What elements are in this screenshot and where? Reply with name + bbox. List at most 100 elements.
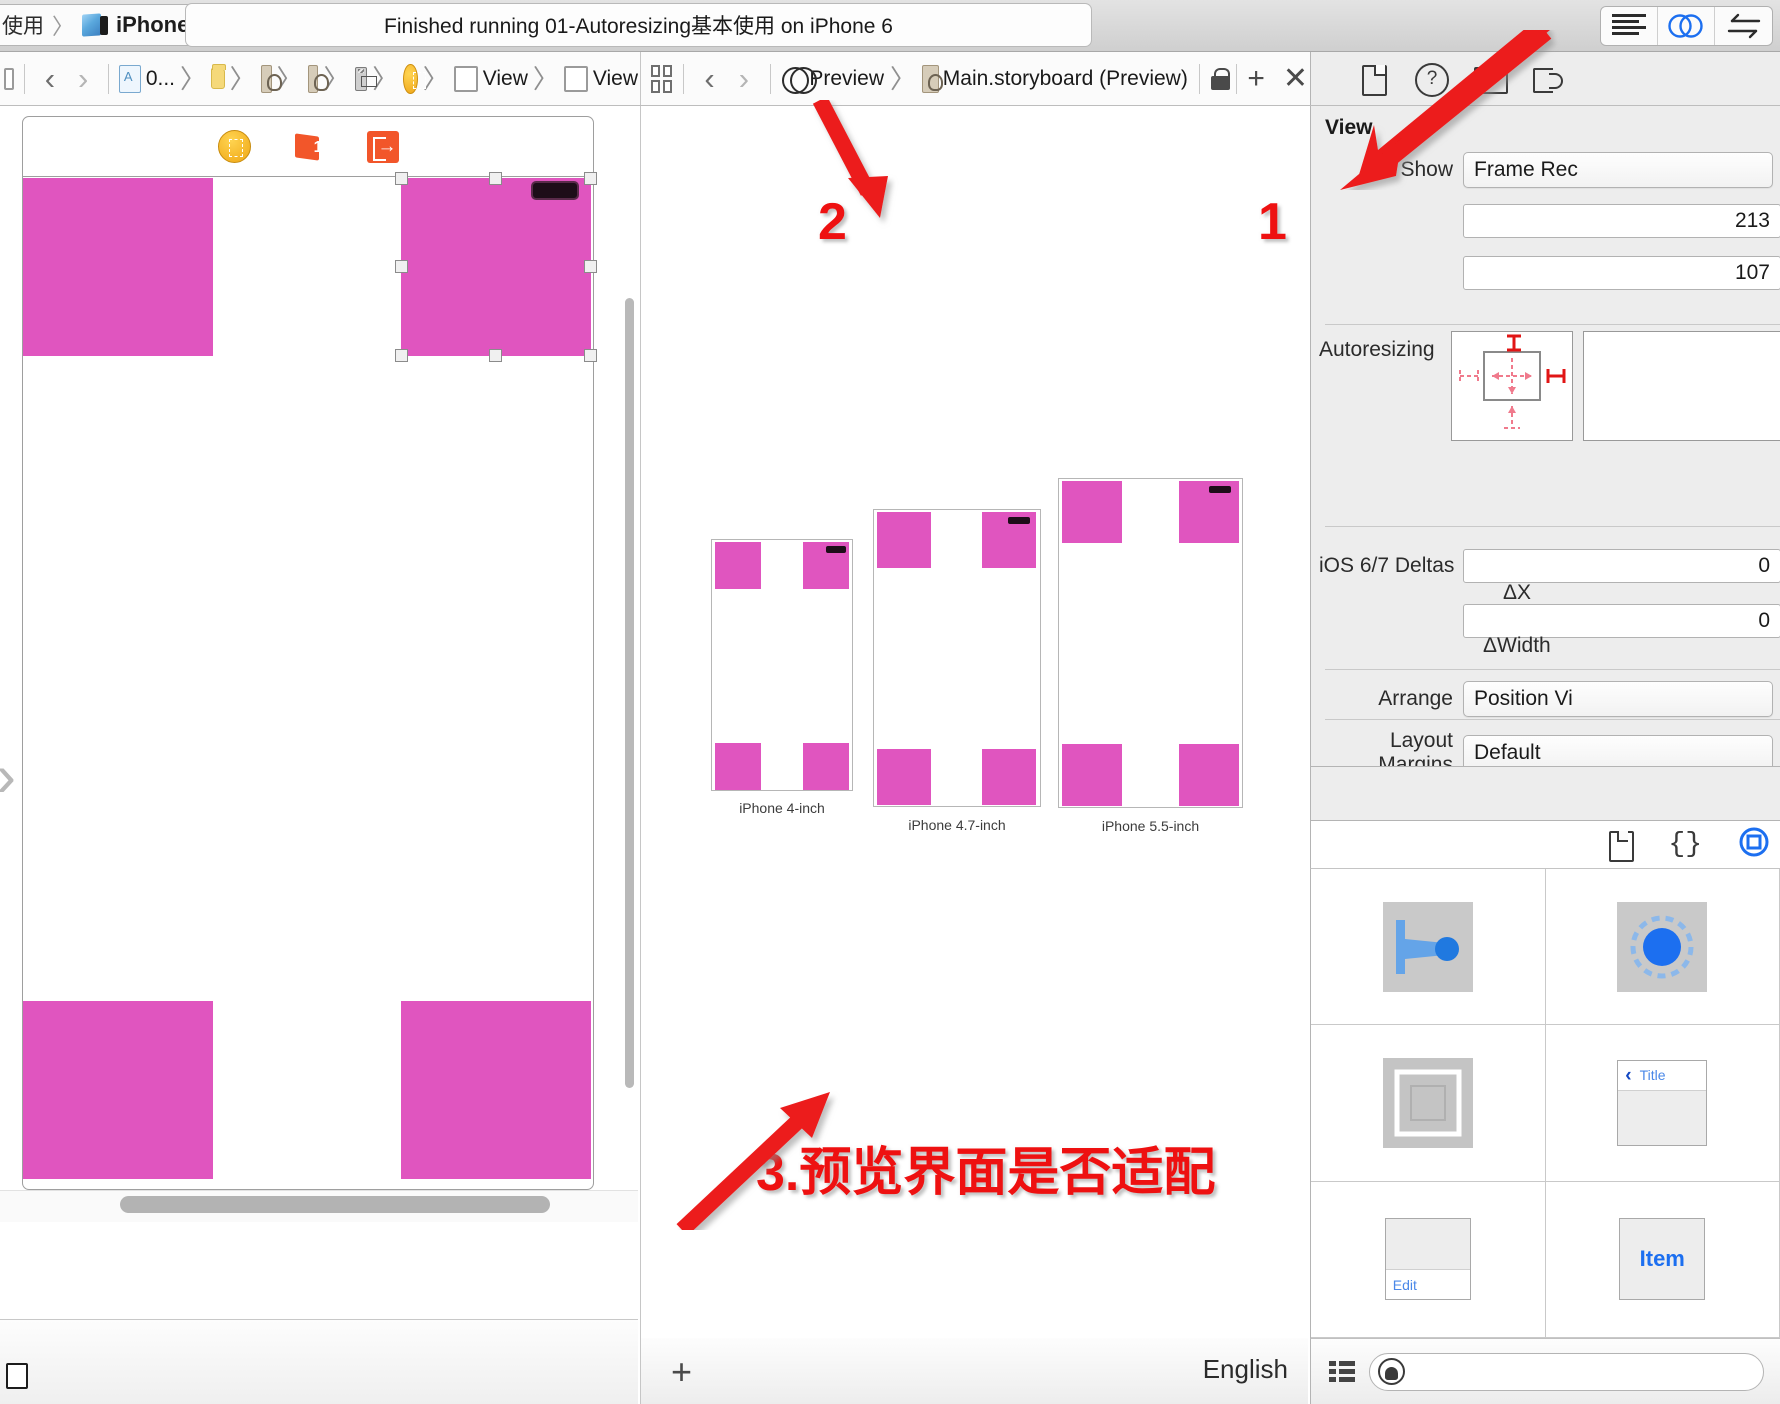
- list-view-icon[interactable]: [1329, 1360, 1355, 1384]
- show-document-outline-chevron-icon[interactable]: ›: [0, 746, 16, 806]
- add-preview-device-button[interactable]: +: [671, 1354, 692, 1390]
- library-spacer: [1310, 766, 1780, 820]
- breadcrumb-view-2-label: View: [592, 66, 638, 90]
- lib-item-navigation-bar[interactable]: ‹ Title: [1545, 1025, 1780, 1182]
- dashed-circle-icon: [1617, 901, 1708, 992]
- chevron-right-icon: 〉: [890, 63, 917, 94]
- view-controller-icon[interactable]: [217, 130, 251, 163]
- lib-item-toolbar[interactable]: Edit: [1311, 1181, 1546, 1338]
- forward-button[interactable]: ›: [68, 63, 98, 94]
- preview-forward-button[interactable]: ›: [729, 63, 759, 94]
- view-icon: [453, 65, 478, 92]
- canvas-footer-bar: [0, 1319, 638, 1404]
- preview-language-label[interactable]: English: [1203, 1354, 1288, 1385]
- scene-icon[interactable]: [354, 66, 376, 91]
- hide-utilities-icon[interactable]: [6, 1363, 28, 1389]
- resize-handle-bl[interactable]: [395, 349, 408, 362]
- breadcrumb-view-2[interactable]: View: [563, 65, 638, 92]
- breadcrumb-view-1[interactable]: View: [453, 65, 528, 92]
- breadcrumb-project-label: 0...: [145, 66, 175, 90]
- preview-device-4-7-inch[interactable]: [873, 509, 1041, 807]
- preview-mode-label[interactable]: Preview: [809, 67, 884, 91]
- chevron-left-icon: ‹: [1625, 1064, 1632, 1086]
- iphone-device-icon: [82, 14, 109, 36]
- first-responder-icon[interactable]: [293, 131, 325, 163]
- annotation-arrow-3: [676, 1092, 830, 1230]
- preview-subview-bottom-left: [1062, 744, 1122, 806]
- preview-footer-bar: + English: [640, 1338, 1308, 1404]
- object-library-tab[interactable]: [1738, 826, 1770, 863]
- resize-handle-tm[interactable]: [489, 172, 502, 185]
- preview-jump-bar: ‹ › Preview 〉 Main.storyboard (Preview) …: [640, 52, 1308, 105]
- assistant-editor-button[interactable]: [1658, 7, 1715, 45]
- resize-handle-br[interactable]: [584, 349, 597, 362]
- arrange-popup-button[interactable]: Position Vi: [1463, 681, 1773, 717]
- preview-document-label[interactable]: Main.storyboard (Preview): [943, 67, 1188, 91]
- preview-subview-bottom-left: [715, 743, 761, 790]
- resize-handle-tl[interactable]: [395, 172, 408, 185]
- annotation-arrow-2: [812, 100, 888, 218]
- preview-device-4-inch[interactable]: [711, 539, 853, 791]
- status-text: Finished running 01-Autoresizing基本使用 on …: [384, 15, 893, 38]
- storyboard-canvas[interactable]: ›: [0, 106, 638, 1319]
- subview-bottom-left[interactable]: [23, 1001, 213, 1179]
- lib-item-storyboard-reference[interactable]: [1311, 869, 1546, 1026]
- subview-bottom-right[interactable]: [401, 1001, 591, 1179]
- activity-status-field[interactable]: Finished running 01-Autoresizing基本使用 on …: [186, 4, 1091, 46]
- resize-handle-ml[interactable]: [395, 260, 408, 273]
- size-inspector: View Show Frame Rec 213 X 107 Width Auto…: [1310, 106, 1780, 829]
- chevron-right-icon: 〉: [532, 63, 559, 94]
- library-footer-bar: [1310, 1338, 1780, 1404]
- arrows-swap-icon: [1727, 13, 1760, 39]
- preview-back-button[interactable]: ‹: [694, 63, 724, 94]
- arrange-label: Arrange: [1378, 687, 1453, 710]
- file-template-library-tab[interactable]: [1604, 830, 1635, 862]
- exit-icon[interactable]: [366, 130, 399, 163]
- preview-subview-top-left: [715, 542, 761, 589]
- scene-dock: [23, 117, 593, 177]
- x-field[interactable]: 213: [1463, 204, 1780, 238]
- folder-icon[interactable]: [211, 64, 226, 89]
- view-controller-scene[interactable]: [22, 116, 597, 1190]
- view-controller-icon[interactable]: [403, 63, 428, 94]
- venn-circles-icon[interactable]: [781, 65, 817, 94]
- preview-subview-bottom-left: [877, 749, 931, 805]
- related-items-icon[interactable]: [4, 67, 15, 90]
- lock-icon[interactable]: [1210, 67, 1230, 90]
- preview-selection-badge: [1008, 517, 1030, 524]
- add-assistant-editor-button[interactable]: +: [1247, 63, 1265, 94]
- canvas-horizontal-scrollbar[interactable]: [120, 1196, 550, 1213]
- resize-handle-mr[interactable]: [584, 260, 597, 273]
- storyboard-icon: [922, 64, 943, 93]
- library-search-input[interactable]: [1369, 1352, 1764, 1391]
- subview-top-right[interactable]: [401, 178, 591, 356]
- scheme-breadcrumb-label: 使用: [2, 15, 44, 38]
- object-library-grid[interactable]: ‹ Title Edit Item: [1310, 868, 1780, 1338]
- width-field[interactable]: 107: [1463, 256, 1780, 290]
- chevron-right-icon: 〉: [180, 63, 207, 94]
- preview-device-5-5-inch[interactable]: [1058, 478, 1243, 808]
- canvas-vertical-scrollbar[interactable]: [625, 298, 634, 1088]
- autoresizing-control[interactable]: [1451, 331, 1573, 441]
- ios-deltas-label: iOS 6/7 Deltas: [1319, 554, 1455, 577]
- grid-layout-icon[interactable]: [651, 64, 672, 93]
- resize-handle-bm[interactable]: [489, 349, 502, 362]
- code-snippet-library-tab[interactable]: {}: [1668, 829, 1702, 860]
- resize-handle-tr[interactable]: [584, 172, 597, 185]
- reference-pin-icon: [1382, 901, 1473, 992]
- delta-x-field[interactable]: 0: [1463, 549, 1780, 583]
- version-editor-button[interactable]: [1715, 7, 1772, 45]
- delta-width-field[interactable]: 0: [1463, 604, 1780, 638]
- back-button[interactable]: ‹: [35, 63, 65, 94]
- lib-item-view[interactable]: [1311, 1025, 1546, 1182]
- breadcrumb-project[interactable]: 0...: [118, 64, 175, 93]
- lib-item-bar-button-item[interactable]: Item: [1545, 1181, 1780, 1338]
- storyboard-icon[interactable]: [307, 64, 329, 93]
- storyboard-icon[interactable]: [260, 64, 282, 93]
- editor-mode-segmented-control[interactable]: [1601, 7, 1772, 45]
- subview-top-left[interactable]: [23, 178, 213, 356]
- standard-editor-button[interactable]: [1601, 7, 1658, 45]
- lib-item-navigation-bar-label: Title: [1639, 1067, 1666, 1084]
- lib-item-toolbar-label: Edit: [1392, 1276, 1417, 1293]
- lib-item-view-controller[interactable]: [1545, 869, 1780, 1026]
